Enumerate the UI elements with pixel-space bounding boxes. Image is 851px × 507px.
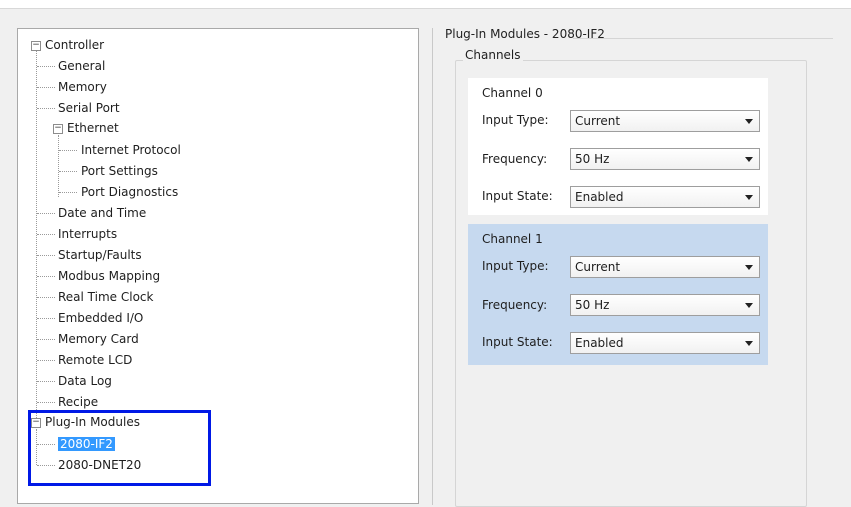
tree-connector xyxy=(37,297,55,298)
tree-node-memory[interactable]: Memory xyxy=(58,77,107,97)
chevron-down-icon xyxy=(745,119,753,124)
chevron-down-icon xyxy=(745,265,753,270)
chevron-down-icon xyxy=(745,341,753,346)
channel-1-frequency-label: Frequency: xyxy=(482,298,548,312)
channel-1-frequency-value: 50 Hz xyxy=(575,298,610,312)
tree-guide-ethernet xyxy=(58,135,59,197)
tree-connector xyxy=(37,213,55,214)
controller-collapse-toggle[interactable] xyxy=(31,41,41,51)
tree-connector xyxy=(37,276,55,277)
tree-connector xyxy=(37,66,55,67)
tree-connector xyxy=(59,150,77,151)
tree-node-controller[interactable]: Controller xyxy=(45,35,104,55)
ethernet-collapse-toggle[interactable] xyxy=(53,124,63,134)
tree-node-date-and-time[interactable]: Date and Time xyxy=(58,203,146,223)
tree-connector xyxy=(37,87,55,88)
channels-group-label: Channels xyxy=(463,48,523,62)
channel-0-frequency-select[interactable]: 50 Hz xyxy=(570,148,760,170)
tree-connector xyxy=(37,381,55,382)
tree-node-modbus-mapping[interactable]: Modbus Mapping xyxy=(58,266,160,286)
tree-connector xyxy=(59,192,77,193)
channel-1-input-state-value: Enabled xyxy=(575,336,624,350)
channel-0-section: Channel 0 Input Type: Current Frequency:… xyxy=(468,78,768,215)
channel-0-input-type-label: Input Type: xyxy=(482,113,549,127)
chevron-down-icon xyxy=(745,195,753,200)
tree-node-embedded-io[interactable]: Embedded I/O xyxy=(58,308,143,328)
channel-0-title: Channel 0 xyxy=(482,86,543,100)
channel-0-input-state-value: Enabled xyxy=(575,190,624,204)
tree-node-serial-port[interactable]: Serial Port xyxy=(58,98,120,118)
channel-1-title: Channel 1 xyxy=(482,232,543,246)
tree-connector xyxy=(37,360,55,361)
top-strip xyxy=(0,0,851,9)
title-divider xyxy=(573,38,833,39)
tree-connector xyxy=(37,339,55,340)
tree-node-remote-lcd[interactable]: Remote LCD xyxy=(58,350,132,370)
tree-node-startup-faults[interactable]: Startup/Faults xyxy=(58,245,142,265)
tree-connector xyxy=(37,234,55,235)
tree-connector xyxy=(37,402,55,403)
tree-guide-root xyxy=(36,51,37,424)
tree-node-memory-card[interactable]: Memory Card xyxy=(58,329,139,349)
channel-0-input-type-value: Current xyxy=(575,114,621,128)
tree-connector xyxy=(37,255,55,256)
chevron-down-icon xyxy=(745,303,753,308)
module-properties-pane: Plug-In Modules - 2080-IF2 Channels Chan… xyxy=(432,27,851,507)
tree-node-internet-protocol[interactable]: Internet Protocol xyxy=(81,140,181,160)
tree-connector xyxy=(59,171,77,172)
channel-0-frequency-value: 50 Hz xyxy=(575,152,610,166)
tree-node-ethernet[interactable]: Ethernet xyxy=(67,118,119,138)
tree-node-real-time-clock[interactable]: Real Time Clock xyxy=(58,287,153,307)
channel-1-section: Channel 1 Input Type: Current Frequency:… xyxy=(468,224,768,365)
channel-1-input-type-select[interactable]: Current xyxy=(570,256,760,278)
tree-connector xyxy=(37,318,55,319)
annotation-highlight-box xyxy=(28,410,211,486)
chevron-down-icon xyxy=(745,157,753,162)
tree-node-recipe[interactable]: Recipe xyxy=(58,392,98,412)
tree-node-data-log[interactable]: Data Log xyxy=(58,371,112,391)
tree-node-port-diagnostics[interactable]: Port Diagnostics xyxy=(81,182,178,202)
channel-1-frequency-select[interactable]: 50 Hz xyxy=(570,294,760,316)
channel-0-frequency-label: Frequency: xyxy=(482,152,548,166)
channel-1-input-type-value: Current xyxy=(575,260,621,274)
channel-0-input-state-select[interactable]: Enabled xyxy=(570,186,760,208)
channel-0-input-type-select[interactable]: Current xyxy=(570,110,760,132)
tree-connector xyxy=(37,108,55,109)
channel-0-input-state-label: Input State: xyxy=(482,189,553,203)
channel-1-input-state-select[interactable]: Enabled xyxy=(570,332,760,354)
tree-node-general[interactable]: General xyxy=(58,56,105,76)
tree-node-interrupts[interactable]: Interrupts xyxy=(58,224,117,244)
channel-1-input-type-label: Input Type: xyxy=(482,259,549,273)
channel-1-input-state-label: Input State: xyxy=(482,335,553,349)
tree-node-port-settings[interactable]: Port Settings xyxy=(81,161,158,181)
